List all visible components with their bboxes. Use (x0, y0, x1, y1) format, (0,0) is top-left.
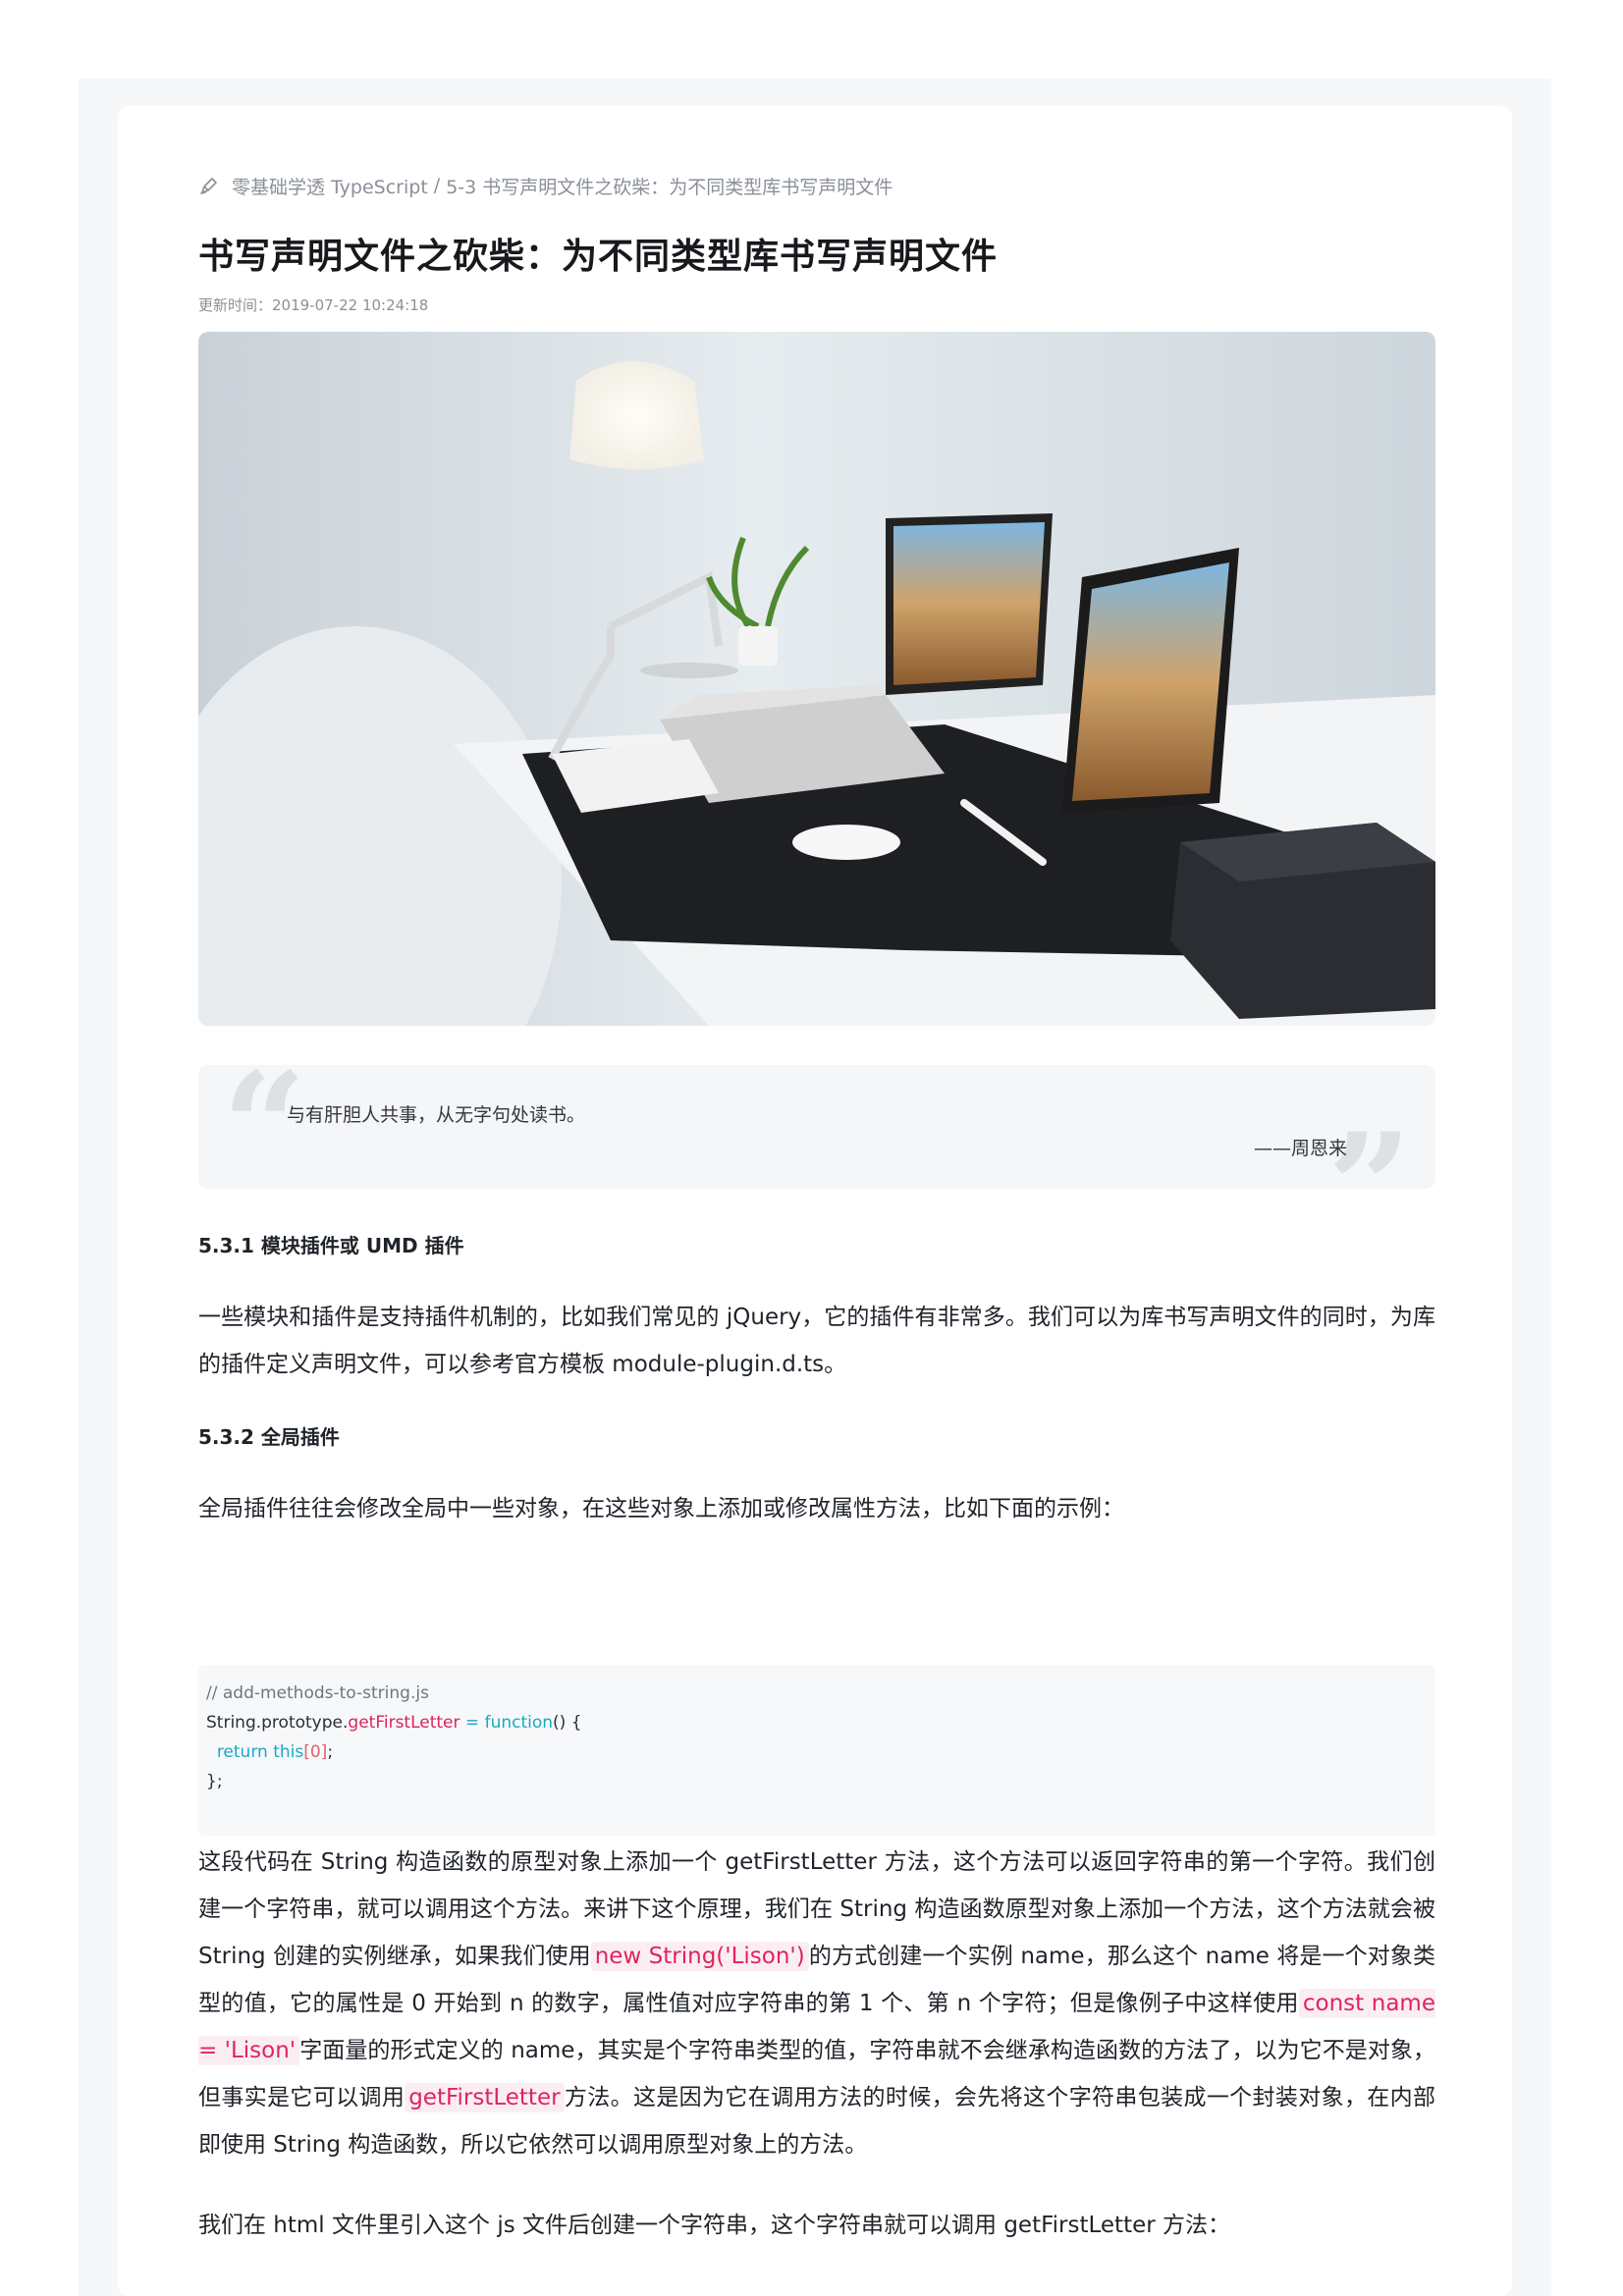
code-index: [0] (303, 1742, 328, 1762)
quote-text: 与有肝胆人共事，从无字句处读书。 (287, 1104, 586, 1126)
section-heading-5-3-2: 5.3.2 全局插件 (198, 1425, 340, 1449)
code-comment: // add-methods-to-string.js (206, 1683, 429, 1703)
code-line-3: return this[0]; (206, 1737, 1428, 1767)
code-line-1: // add-methods-to-string.js (206, 1679, 1428, 1708)
code-closing: }; (206, 1772, 223, 1791)
breadcrumb-chapter: 5-3 书写声明文件之砍柴：为不同类型库书写声明文件 (446, 176, 893, 198)
pen-icon (198, 175, 220, 196)
code-line-4: }; (206, 1767, 1428, 1796)
code-function-keyword: function (484, 1713, 554, 1733)
inline-code-new-string: new String('Lison') (590, 1942, 809, 1971)
paragraph-explanation: 这段代码在 String 构造函数的原型对象上添加一个 getFirstLett… (198, 1839, 1435, 2168)
code-operator: = (460, 1713, 485, 1733)
code-return-keyword: return this (216, 1742, 304, 1762)
paragraph-html-usage: 我们在 html 文件里引入这个 js 文件后创建一个字符串，这个字符串就可以调… (198, 2213, 1231, 2238)
inline-code-getfirstletter: getFirstLetter (405, 2083, 565, 2112)
paragraph-module-plugin: 一些模块和插件是支持插件机制的，比如我们常见的 jQuery，它的插件有非常多。… (198, 1305, 1435, 1377)
hero-image (198, 332, 1435, 1026)
code-property: getFirstLetter (348, 1713, 460, 1733)
code-block: // add-methods-to-string.js String.proto… (198, 1665, 1435, 1836)
quote-block: “ ” 与有肝胆人共事，从无字句处读书。 ——周恩来 (198, 1053, 1435, 1261)
breadcrumb-separator: / (433, 175, 441, 196)
code-line-2: String.prototype.getFirstLetter = functi… (206, 1708, 1428, 1737)
breadcrumb-course-link[interactable]: 零基础学透 TypeScript (232, 173, 428, 199)
code-object: String.prototype. (206, 1713, 349, 1733)
page-title: 书写声明文件之砍柴：为不同类型库书写声明文件 (198, 237, 999, 277)
open-quote-icon: “ (222, 1041, 307, 1213)
quote-author: ——周恩来 (1253, 1138, 1347, 1159)
code-function-rest: () { (553, 1713, 582, 1733)
update-time: 更新时间：2019-07-22 10:24:18 (198, 296, 429, 314)
code-semicolon: ; (327, 1742, 334, 1762)
section-heading-5-3-1: 5.3.1 模块插件或 UMD 插件 (198, 1234, 464, 1257)
paragraph-global-plugin: 全局插件往往会修改全局中一些对象，在这些对象上添加或修改属性方法，比如下面的示例… (198, 1496, 1124, 1522)
breadcrumb: 零基础学透 TypeScript / 5-3 书写声明文件之砍柴：为不同类型库书… (198, 171, 893, 200)
